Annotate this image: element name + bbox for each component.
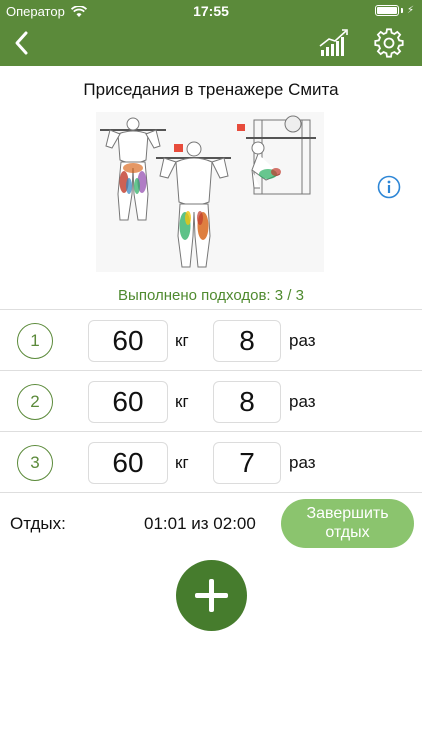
divider: [0, 492, 422, 493]
nav-bar: Оператор 17:55 ⚡: [0, 0, 422, 66]
set-number-badge: 1: [17, 323, 53, 359]
set-number-badge: 3: [17, 445, 53, 481]
status-bar: Оператор 17:55 ⚡: [0, 0, 422, 22]
set-row: 1 60 кг 8 раз: [0, 310, 422, 371]
info-icon[interactable]: [377, 175, 401, 199]
add-set-button[interactable]: [176, 560, 247, 631]
weight-field[interactable]: 60: [88, 320, 168, 362]
weight-field[interactable]: 60: [88, 381, 168, 423]
gear-icon[interactable]: [374, 28, 404, 58]
sets-done-label: Выполнено подходов: 3 / 3: [118, 287, 304, 304]
chevron-left-icon[interactable]: [10, 28, 34, 58]
weight-field[interactable]: 60: [88, 442, 168, 484]
reps-unit: раз: [289, 331, 316, 350]
reps-field[interactable]: 8: [213, 381, 281, 423]
clock: 17:55: [193, 3, 229, 19]
set-row: 2 60 кг 8 раз: [0, 371, 422, 432]
battery-icon: ⚡: [374, 5, 414, 16]
rest-label: Отдых:: [10, 514, 66, 533]
weight-unit: кг: [175, 331, 189, 350]
rest-timer: 01:01 из 02:00: [144, 514, 256, 533]
reps-unit: раз: [289, 392, 316, 411]
chart-icon[interactable]: [318, 26, 350, 58]
finish-rest-button[interactable]: Завершить отдых: [281, 499, 414, 548]
set-row: 3 60 кг 7 раз: [0, 432, 422, 493]
reps-unit: раз: [289, 453, 316, 472]
reps-field[interactable]: 8: [213, 320, 281, 362]
reps-field[interactable]: 7: [213, 442, 281, 484]
weight-unit: кг: [175, 453, 189, 472]
exercise-illustration: [96, 112, 324, 272]
set-number-badge: 2: [17, 384, 53, 420]
exercise-title: Приседания в тренажере Смита: [83, 80, 339, 99]
finish-rest-label: Завершить отдых: [306, 505, 389, 541]
weight-unit: кг: [175, 392, 189, 411]
